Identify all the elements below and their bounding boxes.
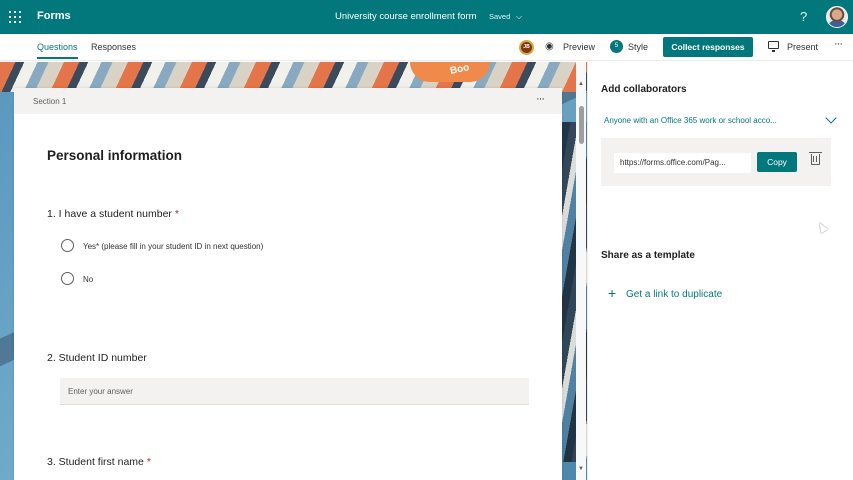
- duplicate-link[interactable]: Get a link to duplicate: [626, 289, 722, 300]
- section-title[interactable]: Personal information: [47, 148, 182, 163]
- student-id-input[interactable]: Enter your answer: [60, 378, 529, 405]
- save-status[interactable]: Saved: [489, 12, 510, 21]
- collect-responses-button[interactable]: Collect responses: [663, 37, 753, 57]
- style-icon[interactable]: 5: [610, 40, 623, 53]
- question-label: 1. I have a student number: [47, 208, 172, 220]
- chevron-down-icon[interactable]: ⌵: [516, 12, 522, 22]
- form-title[interactable]: University course enrollment form: [335, 11, 477, 22]
- question-label: 3. Student first name: [47, 456, 144, 468]
- form-card: Section 1 ··· Personal information 1. I …: [14, 88, 562, 480]
- style-button[interactable]: Style: [628, 42, 648, 52]
- dropdown-value: Anyone with an Office 365 work or school…: [604, 116, 777, 125]
- help-icon[interactable]: ?: [800, 9, 807, 24]
- waffle-icon[interactable]: [9, 11, 21, 23]
- question-3[interactable]: 3. Student first name *: [47, 456, 151, 468]
- question-2[interactable]: 2. Student ID number: [47, 352, 147, 364]
- plus-icon[interactable]: +: [608, 286, 616, 300]
- scrollbar-thumb[interactable]: [579, 106, 584, 144]
- question-label: 2. Student ID number: [47, 352, 147, 364]
- option-label-yes: Yes* (please fill in your student ID in …: [83, 242, 264, 251]
- section-label: Section 1: [33, 97, 67, 106]
- option-label-no: No: [83, 275, 94, 284]
- tab-responses[interactable]: Responses: [91, 42, 136, 52]
- required-marker: *: [174, 208, 179, 220]
- scroll-up-icon[interactable]: ▲: [578, 81, 584, 87]
- section-header: Section 1 ···: [14, 88, 562, 114]
- more-options-icon[interactable]: ···: [834, 38, 843, 50]
- chevron-down-icon: [825, 112, 837, 124]
- radio-yes[interactable]: [61, 239, 74, 252]
- eye-icon[interactable]: ◉: [545, 41, 554, 52]
- present-button[interactable]: Present: [787, 42, 818, 52]
- template-heading: Share as a template: [601, 250, 695, 261]
- preview-button[interactable]: Preview: [563, 42, 595, 52]
- input-placeholder: Enter your answer: [68, 387, 133, 396]
- collaborator-avatar[interactable]: JB: [519, 40, 534, 55]
- share-link-box: https://forms.office.com/Pag... Copy: [601, 138, 831, 186]
- avatar[interactable]: [826, 6, 848, 28]
- copy-button[interactable]: Copy: [757, 152, 797, 172]
- monitor-icon[interactable]: [768, 41, 779, 52]
- tab-questions[interactable]: Questions: [37, 42, 78, 59]
- required-marker: *: [146, 456, 151, 468]
- trash-icon[interactable]: [809, 152, 822, 165]
- scroll-down-icon[interactable]: ▼: [578, 466, 584, 472]
- app-name[interactable]: Forms: [37, 10, 71, 22]
- share-panel: Add collaborators Anyone with an Office …: [587, 62, 853, 480]
- section-more-icon[interactable]: ···: [536, 93, 545, 105]
- mouse-cursor-icon: [816, 220, 828, 234]
- question-1[interactable]: 1. I have a student number *: [47, 208, 179, 220]
- collaborator-permission-dropdown[interactable]: Anyone with an Office 365 work or school…: [601, 112, 837, 130]
- collaborators-heading: Add collaborators: [601, 84, 687, 95]
- top-bar: Forms University course enrollment form …: [0, 0, 853, 34]
- share-link-field[interactable]: https://forms.office.com/Pag...: [614, 153, 751, 173]
- radio-no[interactable]: [61, 272, 74, 285]
